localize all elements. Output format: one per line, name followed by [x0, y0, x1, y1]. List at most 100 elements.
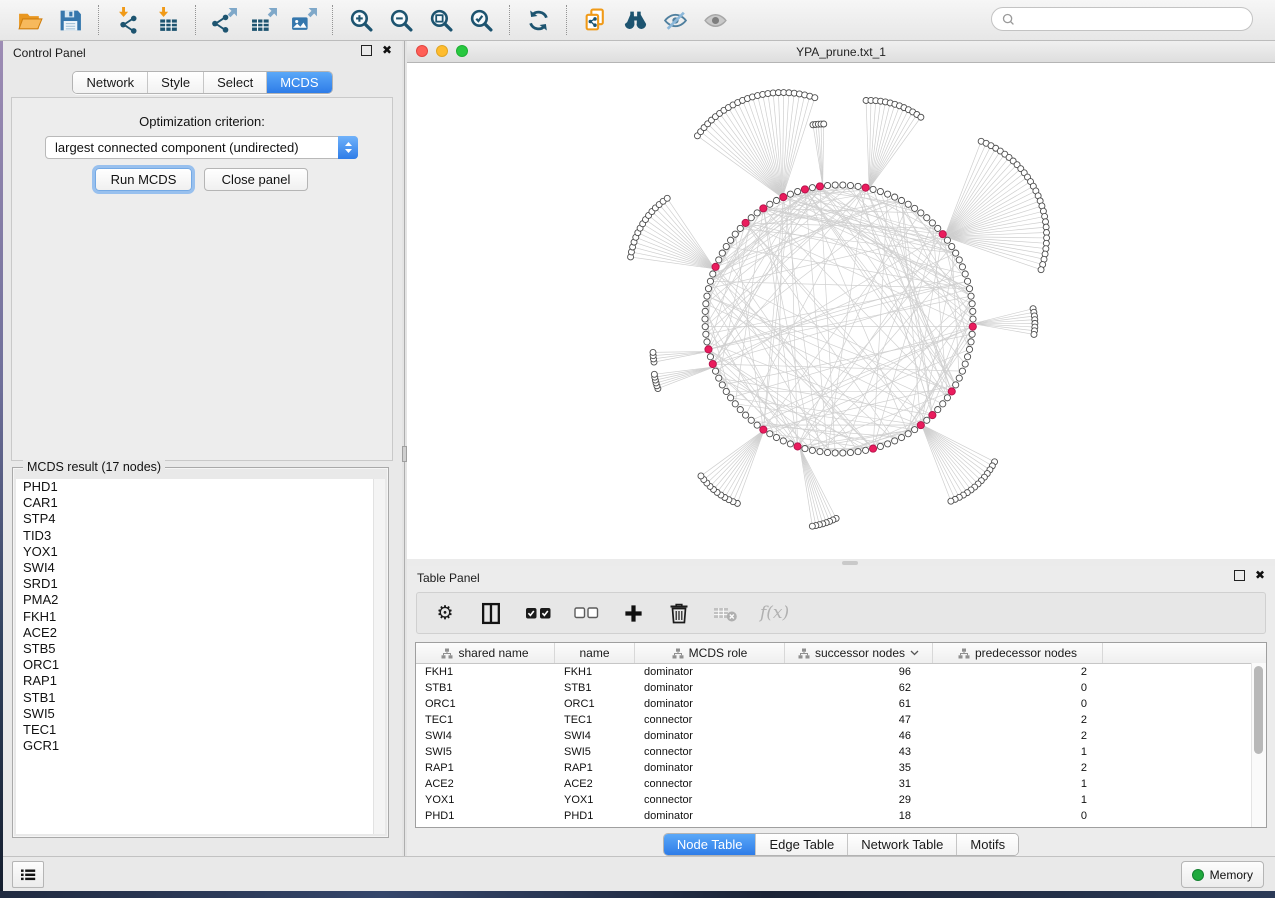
- result-list-scrollbar[interactable]: [373, 479, 385, 834]
- table-row[interactable]: PHD1PHD1dominator180: [416, 808, 1266, 824]
- table-row[interactable]: SWI5SWI5connector431: [416, 744, 1266, 760]
- table-row[interactable]: STB1STB1dominator620: [416, 680, 1266, 696]
- select-all-columns-button[interactable]: [525, 600, 552, 626]
- table-scrollbar-thumb[interactable]: [1254, 666, 1263, 754]
- mcds-result-item[interactable]: STB1: [16, 690, 385, 706]
- table-row[interactable]: RAP1RAP1dominator352: [416, 760, 1266, 776]
- export-network-button[interactable]: [207, 4, 241, 36]
- mcds-result-item[interactable]: RAP1: [16, 673, 385, 689]
- unselect-all-columns-button[interactable]: [574, 600, 599, 626]
- table-cell: 62: [785, 682, 933, 694]
- mcds-result-item[interactable]: STP4: [16, 511, 385, 527]
- close-table-panel-icon[interactable]: ✖: [1255, 571, 1265, 580]
- minimize-window-icon[interactable]: [436, 45, 448, 57]
- new-network-from-selection-button[interactable]: [578, 4, 612, 36]
- mcds-result-item[interactable]: ACE2: [16, 625, 385, 641]
- column-menu-icon[interactable]: [910, 650, 919, 656]
- run-mcds-button[interactable]: Run MCDS: [95, 168, 192, 191]
- export-image-button[interactable]: [287, 4, 321, 36]
- mcds-result-item[interactable]: TEC1: [16, 722, 385, 738]
- column-type-icon: [441, 648, 453, 659]
- table-row[interactable]: ACE2ACE2connector311: [416, 776, 1266, 792]
- hide-selected-button[interactable]: [658, 4, 692, 36]
- table-cell: 1: [933, 778, 1103, 790]
- mcds-result-item[interactable]: PHD1: [16, 479, 385, 495]
- table-cell: 46: [785, 730, 933, 742]
- tab-style[interactable]: Style: [147, 72, 203, 93]
- mcds-result-list: PHD1CAR1STP4TID3YOX1SWI4SRD1PMA2FKH1ACE2…: [16, 479, 385, 834]
- tab-select[interactable]: Select: [203, 72, 266, 93]
- save-session-button[interactable]: [53, 4, 87, 36]
- close-panel-button[interactable]: Close panel: [204, 168, 308, 191]
- show-all-button[interactable]: [698, 4, 732, 36]
- horizontal-splitter-handle[interactable]: [842, 561, 858, 565]
- mcds-result-item[interactable]: GCR1: [16, 738, 385, 754]
- search-box[interactable]: [991, 7, 1253, 31]
- table-tab-edge-table[interactable]: Edge Table: [755, 834, 847, 855]
- table-row[interactable]: FKH1FKH1dominator962: [416, 664, 1266, 680]
- mcds-result-item[interactable]: YOX1: [16, 544, 385, 560]
- refresh-view-button[interactable]: [521, 4, 555, 36]
- network-window-titlebar[interactable]: YPA_prune.txt_1: [407, 41, 1275, 63]
- mcds-result-item[interactable]: STB5: [16, 641, 385, 657]
- column-header-shared-name[interactable]: shared name: [416, 643, 555, 663]
- task-history-button[interactable]: [12, 861, 44, 888]
- import-table-button[interactable]: [150, 4, 184, 36]
- table-scrollbar[interactable]: [1251, 663, 1266, 827]
- export-table-button[interactable]: [247, 4, 281, 36]
- column-header-successor-nodes[interactable]: successor nodes: [785, 643, 933, 663]
- table-settings-button[interactable]: ⚙: [433, 600, 457, 626]
- mcds-result-item[interactable]: SWI5: [16, 706, 385, 722]
- horizontal-splitter[interactable]: [407, 559, 1275, 566]
- table-cell: 1: [933, 794, 1103, 806]
- mcds-result-item[interactable]: TID3: [16, 528, 385, 544]
- first-neighbors-button[interactable]: [618, 4, 652, 36]
- mcds-result-item[interactable]: SWI4: [16, 560, 385, 576]
- close-window-icon[interactable]: [416, 45, 428, 57]
- toggle-columns-button[interactable]: [479, 600, 503, 626]
- node-table: shared namenameMCDS rolesuccessor nodesp…: [415, 642, 1267, 828]
- table-cell: 31: [785, 778, 933, 790]
- mcds-result-item[interactable]: FKH1: [16, 609, 385, 625]
- float-panel-icon[interactable]: [361, 45, 372, 56]
- mcds-result-item[interactable]: CAR1: [16, 495, 385, 511]
- table-tab-motifs[interactable]: Motifs: [956, 834, 1018, 855]
- criterion-select-value: largest connected component (undirected): [55, 140, 299, 155]
- mcds-result-item[interactable]: SRD1: [16, 576, 385, 592]
- tab-network[interactable]: Network: [73, 72, 147, 93]
- mcds-result-item[interactable]: PMA2: [16, 592, 385, 608]
- close-panel-icon[interactable]: ✖: [382, 46, 392, 55]
- column-header-name[interactable]: name: [555, 643, 635, 663]
- float-table-panel-icon[interactable]: [1234, 570, 1245, 581]
- table-cell: dominator: [635, 730, 785, 742]
- column-header-MCDS-role[interactable]: MCDS role: [635, 643, 785, 663]
- network-canvas[interactable]: [407, 63, 1275, 559]
- zoom-fit-button[interactable]: [424, 4, 458, 36]
- table-row[interactable]: YOX1YOX1connector291: [416, 792, 1266, 808]
- network-graph[interactable]: [407, 63, 1275, 559]
- table-row[interactable]: ORC1ORC1dominator610: [416, 696, 1266, 712]
- maximize-window-icon[interactable]: [456, 45, 468, 57]
- zoom-in-button[interactable]: [344, 4, 378, 36]
- table-cell: PHD1: [555, 810, 635, 822]
- criterion-select[interactable]: largest connected component (undirected): [45, 136, 358, 159]
- table-row[interactable]: TEC1TEC1connector472: [416, 712, 1266, 728]
- open-file-button[interactable]: [13, 4, 47, 36]
- create-column-button[interactable]: [621, 600, 645, 626]
- column-header-filler: [1103, 643, 1266, 663]
- mcds-result-item[interactable]: ORC1: [16, 657, 385, 673]
- table-tabs: Node TableEdge TableNetwork TableMotifs: [663, 833, 1019, 856]
- table-tab-network-table[interactable]: Network Table: [847, 834, 956, 855]
- import-network-button[interactable]: [110, 4, 144, 36]
- zoom-selected-button[interactable]: [464, 4, 498, 36]
- memory-status-icon: [1192, 869, 1204, 881]
- search-input[interactable]: [1021, 11, 1242, 27]
- column-header-predecessor-nodes[interactable]: predecessor nodes: [933, 643, 1103, 663]
- tab-mcds[interactable]: MCDS: [266, 72, 331, 93]
- delete-columns-button[interactable]: [667, 600, 691, 626]
- memory-button[interactable]: Memory: [1181, 861, 1264, 888]
- application-window: Control Panel ✖ NetworkStyleSelectMCDS O…: [0, 0, 1275, 898]
- table-row[interactable]: SWI4SWI4dominator462: [416, 728, 1266, 744]
- zoom-out-button[interactable]: [384, 4, 418, 36]
- table-tab-node-table[interactable]: Node Table: [664, 834, 756, 855]
